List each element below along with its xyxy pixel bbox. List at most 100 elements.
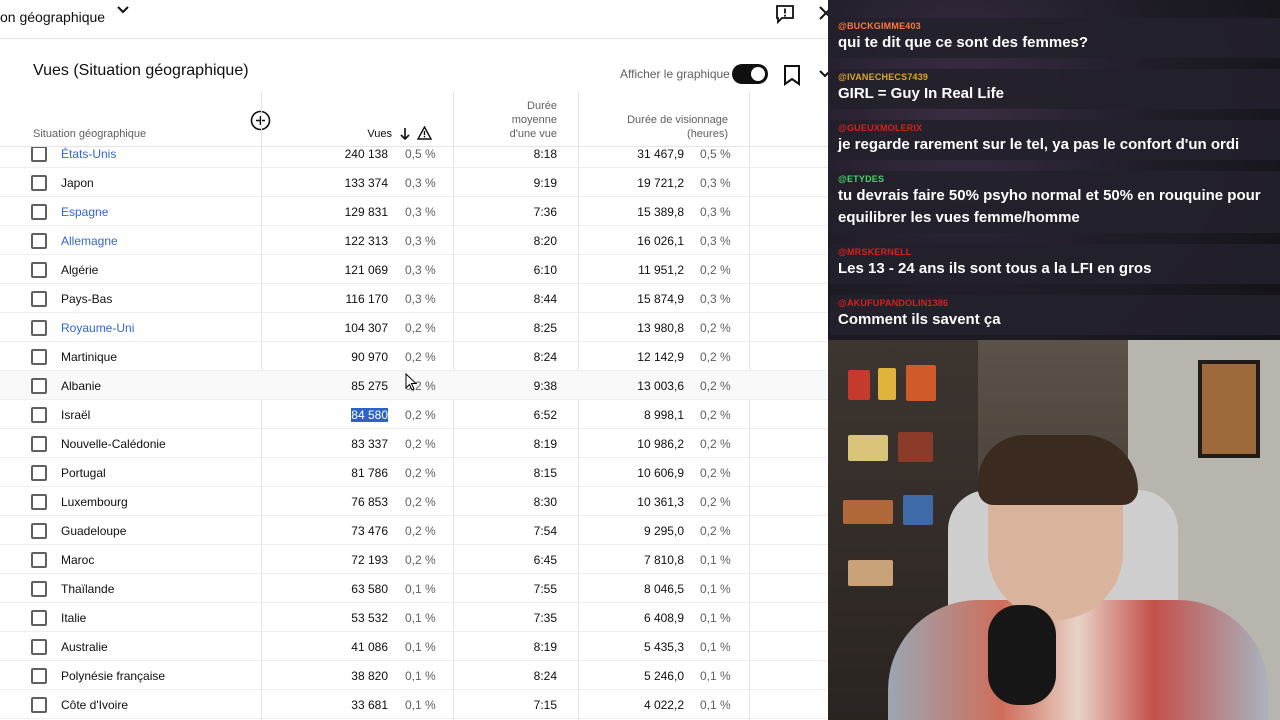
row-checkbox[interactable] (31, 697, 47, 713)
country-name: Portugal (61, 466, 106, 480)
views-text: 53 532 (351, 611, 388, 625)
chat-username: @IVANECHECS7439 (838, 72, 929, 82)
avg-duration-value: 8:20 (533, 234, 557, 248)
watch-time-percent: 0,2 % (700, 379, 731, 393)
views-value: 133 374 (300, 176, 388, 190)
views-text: 90 970 (351, 350, 388, 364)
table-row[interactable]: Thaïlande 63 580 0,1 % 7:55 8 046,5 0,1 % (0, 574, 828, 603)
watch-time-percent: 0,2 % (700, 524, 731, 538)
table-row[interactable]: Japon 133 374 0,3 % 9:19 19 721,2 0,3 % (0, 168, 828, 197)
feedback-icon[interactable] (775, 4, 795, 24)
table-row[interactable]: Pays-Bas 116 170 0,3 % 8:44 15 874,9 0,3 % (0, 284, 828, 313)
table-row[interactable]: Polynésie française 38 820 0,1 % 8:24 5 246,… (0, 661, 828, 690)
shelf-item (898, 432, 933, 462)
avg-duration-value: 7:36 (533, 205, 557, 219)
table-row[interactable]: Nouvelle-Calédonie 83 337 0,2 % 8:19 10 986,… (0, 429, 828, 458)
row-checkbox[interactable] (31, 233, 47, 249)
views-text: 121 069 (344, 263, 388, 277)
country-name: Luxembourg (61, 495, 128, 509)
row-checkbox[interactable] (31, 523, 47, 539)
row-checkbox[interactable] (31, 581, 47, 597)
watch-time-percent: 0,2 % (700, 437, 731, 451)
row-checkbox[interactable] (31, 494, 47, 510)
chevron-right-icon[interactable] (818, 68, 828, 82)
header-line: Durée de visionnage (627, 114, 728, 126)
watch-time-value: 11 951,2 (638, 263, 684, 277)
row-checkbox[interactable] (31, 349, 47, 365)
watch-time-percent: 0,2 % (700, 408, 731, 422)
views-text: 83 337 (351, 437, 388, 451)
watch-time-value: 5 246,0 (643, 669, 684, 683)
table-row[interactable]: Allemagne 122 313 0,3 % 8:20 16 026,1 0,3 % (0, 226, 828, 255)
avg-duration-value: 8:24 (533, 350, 557, 364)
table-row[interactable]: Portugal 81 786 0,2 % 8:15 10 606,9 0,2 % (0, 458, 828, 487)
table-row[interactable]: Espagne 129 831 0,3 % 7:36 15 389,8 0,3 % (0, 197, 828, 226)
watch-time-percent: 0,5 % (700, 147, 731, 161)
views-value: 41 086 (300, 640, 388, 654)
table-row[interactable]: Australie 41 086 0,1 % 8:19 5 435,3 0,1 % (0, 632, 828, 661)
views-value: 240 138 (300, 147, 388, 161)
chat-username: @AKUFUPANDOLIN1386 (838, 298, 949, 308)
chevron-down-icon[interactable] (116, 3, 130, 17)
table-row[interactable]: Algérie 121 069 0,3 % 6:10 11 951,2 0,2 % (0, 255, 828, 284)
country-name[interactable]: Royaume-Uni (61, 321, 134, 335)
watch-time-percent: 0,2 % (700, 466, 731, 480)
row-checkbox[interactable] (31, 668, 47, 684)
row-checkbox[interactable] (31, 320, 47, 336)
row-checkbox[interactable] (31, 639, 47, 655)
views-value: 90 970 (300, 350, 388, 364)
close-icon[interactable] (818, 4, 828, 22)
table-row[interactable]: Guadeloupe 73 476 0,2 % 7:54 9 295,0 0,2 % (0, 516, 828, 545)
table-row[interactable]: Royaume-Uni 104 307 0,2 % 8:25 13 980,8 0,2 % (0, 313, 828, 342)
row-checkbox[interactable] (31, 436, 47, 452)
views-percent: 0,2 % (405, 321, 436, 335)
table-row[interactable]: Martinique 90 970 0,2 % 8:24 12 142,9 0,2 % (0, 342, 828, 371)
row-checkbox[interactable] (31, 552, 47, 568)
bookmark-icon[interactable] (782, 64, 802, 86)
avg-duration-value: 8:30 (533, 495, 557, 509)
row-checkbox[interactable] (31, 146, 47, 162)
country-name[interactable]: Espagne (61, 205, 108, 219)
chat-username: @ETYDES (838, 174, 885, 184)
views-text: 104 307 (344, 321, 388, 335)
avg-duration-value: 8:19 (533, 640, 557, 654)
table-row[interactable]: Italie 53 532 0,1 % 7:35 6 408,9 0,1 % (0, 603, 828, 632)
views-text: 76 853 (351, 495, 388, 509)
table-row[interactable]: Luxembourg 76 853 0,2 % 8:30 10 361,3 0,2 % (0, 487, 828, 516)
shelf-item (843, 500, 893, 524)
avg-duration-value: 8:18 (533, 147, 557, 161)
country-name[interactable]: Allemagne (61, 234, 118, 248)
avg-duration-value: 7:15 (533, 698, 557, 712)
row-checkbox[interactable] (31, 291, 47, 307)
chat-text: qui te dit que ce sont des femmes? (838, 34, 1089, 51)
row-checkbox[interactable] (31, 610, 47, 626)
row-checkbox[interactable] (31, 378, 47, 394)
avg-duration-value: 7:35 (533, 611, 557, 625)
table-row[interactable]: États-Unis 240 138 0,5 % 8:18 31 467,9 0,5 % (0, 139, 828, 168)
table-row[interactable]: Maroc 72 193 0,2 % 6:45 7 810,8 0,1 % (0, 545, 828, 574)
watch-time-percent: 0,3 % (700, 234, 731, 248)
views-text: 133 374 (344, 176, 388, 190)
table-row[interactable]: Israël 84 580 0,2 % 6:52 8 998,1 0,2 % (0, 400, 828, 429)
row-checkbox[interactable] (31, 465, 47, 481)
views-percent: 0,2 % (405, 495, 436, 509)
country-name[interactable]: États-Unis (61, 147, 116, 161)
watch-time-value: 10 986,2 (637, 437, 684, 451)
person-hair (978, 435, 1138, 505)
row-checkbox[interactable] (31, 262, 47, 278)
table-row[interactable]: Côte d'Ivoire 33 681 0,1 % 7:15 4 022,2 0,1 % (0, 690, 828, 719)
row-checkbox[interactable] (31, 407, 47, 423)
views-percent: 0,1 % (405, 611, 436, 625)
dimension-selector[interactable]: on géographique (0, 9, 105, 25)
avg-duration-value: 6:45 (533, 553, 557, 567)
avg-duration-value: 9:19 (533, 176, 557, 190)
views-value: 53 532 (300, 611, 388, 625)
row-checkbox[interactable] (31, 204, 47, 220)
show-chart-toggle[interactable] (732, 64, 768, 84)
views-percent: 0,3 % (405, 205, 436, 219)
chat-username: @BUCKGIMME403 (838, 21, 921, 31)
country-name: Martinique (61, 350, 118, 364)
warning-icon[interactable] (417, 126, 432, 140)
views-percent: 0,3 % (405, 263, 436, 277)
row-checkbox[interactable] (31, 175, 47, 191)
